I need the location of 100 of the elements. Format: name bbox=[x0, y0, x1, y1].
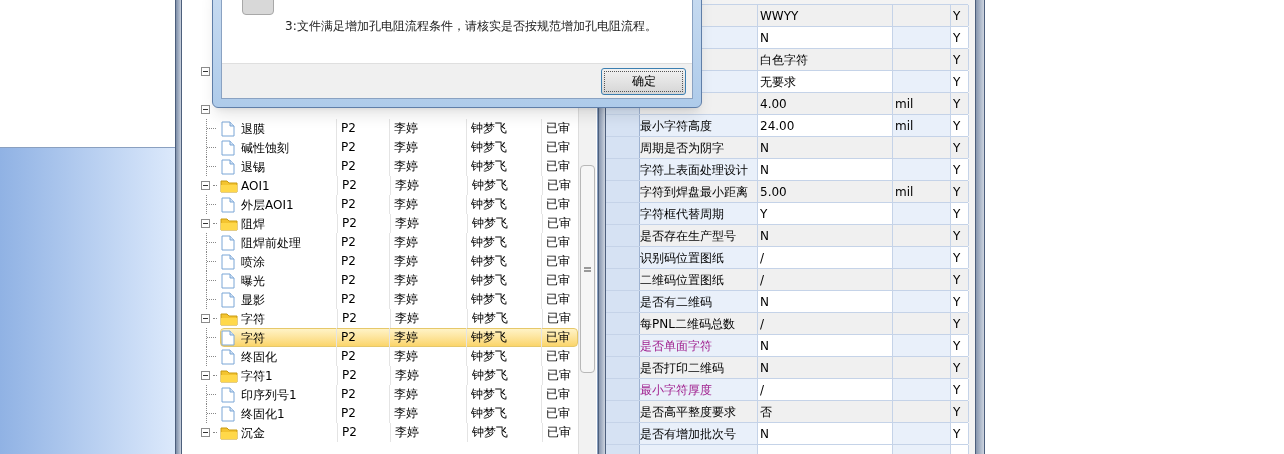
row-header[interactable] bbox=[606, 115, 640, 136]
table-cell: 否 bbox=[758, 401, 893, 422]
tree-row[interactable]: 终固化1 P2 李婷 钟梦飞 已审 bbox=[220, 404, 578, 423]
table-cell: 钟梦飞 bbox=[466, 157, 541, 176]
table-cell: 已审 bbox=[541, 290, 577, 309]
table-cell: P2 bbox=[336, 404, 389, 423]
document-icon bbox=[221, 329, 235, 346]
tree-row[interactable]: 退膜 P2 李婷 钟梦飞 已审 bbox=[220, 119, 578, 138]
tree-item[interactable]: 字符1 bbox=[241, 366, 273, 385]
tree-row[interactable]: 印序列号1 P2 李婷 钟梦飞 已审 bbox=[220, 385, 578, 404]
row-header[interactable] bbox=[606, 137, 640, 158]
row-header[interactable] bbox=[606, 335, 640, 356]
table-cell: P2 bbox=[336, 328, 389, 347]
tree-item[interactable]: 阻焊前处理 bbox=[241, 233, 301, 252]
collapse-icon[interactable] bbox=[201, 371, 210, 380]
document-icon bbox=[221, 253, 235, 270]
collapse-icon[interactable] bbox=[201, 105, 210, 114]
table-cell: 已审 bbox=[541, 328, 577, 347]
table-cell: Y bbox=[951, 181, 969, 202]
tree-row[interactable]: 显影 P2 李婷 钟梦飞 已审 bbox=[220, 290, 578, 309]
table-cell: 钟梦飞 bbox=[467, 176, 542, 195]
tree-item[interactable]: 阻焊 bbox=[241, 214, 265, 233]
document-icon bbox=[221, 348, 235, 365]
table-cell: Y bbox=[951, 203, 969, 224]
tree-row[interactable]: 退锡 P2 李婷 钟梦飞 已审 bbox=[220, 157, 578, 176]
row-header[interactable] bbox=[606, 401, 640, 422]
table-cell: 钟梦飞 bbox=[466, 252, 541, 271]
table-cell: P2 bbox=[337, 366, 390, 385]
document-icon bbox=[221, 405, 235, 422]
table-cell: 钟梦飞 bbox=[467, 423, 542, 442]
tree-row[interactable]: 终固化 P2 李婷 钟梦飞 已审 bbox=[220, 347, 578, 366]
collapse-icon[interactable] bbox=[201, 67, 210, 76]
row-header[interactable] bbox=[606, 357, 640, 378]
row-header[interactable] bbox=[606, 291, 640, 312]
property-name: 是否有二维码 bbox=[640, 291, 758, 312]
tree-item[interactable]: 喷涂 bbox=[241, 252, 265, 271]
table-cell: P2 bbox=[337, 423, 390, 442]
table-cell: Y bbox=[951, 401, 969, 422]
property-name: 是否有增加批次号 bbox=[640, 423, 758, 444]
table-cell: Y bbox=[951, 71, 969, 92]
row-header[interactable] bbox=[606, 159, 640, 180]
tree-item[interactable]: 显影 bbox=[241, 290, 265, 309]
property-name: 识别码位置图纸 bbox=[640, 247, 758, 268]
collapse-icon[interactable] bbox=[201, 181, 210, 190]
table-cell: 钟梦飞 bbox=[466, 233, 541, 252]
table-cell: N bbox=[758, 27, 893, 48]
table-cell: 李婷 bbox=[389, 252, 466, 271]
tree-row[interactable]: 碱性蚀刻 P2 李婷 钟梦飞 已审 bbox=[220, 138, 578, 157]
table-cell: mil bbox=[893, 181, 951, 202]
tree-row[interactable]: 曝光 P2 李婷 钟梦飞 已审 bbox=[220, 271, 578, 290]
table-cell: 已审 bbox=[541, 157, 577, 176]
row-header[interactable] bbox=[606, 203, 640, 224]
splitter-handle[interactable] bbox=[175, 0, 182, 454]
tree-item[interactable]: 曝光 bbox=[241, 271, 265, 290]
tree-row[interactable]: 外层AOI1 P2 李婷 钟梦飞 已审 bbox=[220, 195, 578, 214]
table-cell: Y bbox=[951, 115, 969, 136]
document-icon bbox=[221, 158, 235, 175]
tree-item[interactable]: 字符 bbox=[241, 328, 265, 347]
row-header[interactable] bbox=[606, 247, 640, 268]
document-icon bbox=[221, 234, 235, 251]
tree-item[interactable]: 外层AOI1 bbox=[241, 195, 294, 214]
tree-item[interactable]: AOI1 bbox=[241, 176, 270, 195]
property-name: 是否存在生产型号 bbox=[640, 225, 758, 246]
row-header[interactable] bbox=[606, 379, 640, 400]
splitter-handle[interactable] bbox=[975, 0, 985, 454]
tree-item[interactable]: 印序列号1 bbox=[241, 385, 297, 404]
collapse-icon[interactable] bbox=[201, 428, 210, 437]
table-cell: 李婷 bbox=[390, 366, 467, 385]
table-cell: Y bbox=[951, 93, 969, 114]
table-cell: 已审 bbox=[541, 195, 577, 214]
row-header[interactable] bbox=[606, 269, 640, 290]
row-header[interactable] bbox=[606, 225, 640, 246]
table-cell: P2 bbox=[336, 233, 389, 252]
tree-item[interactable]: 碱性蚀刻 bbox=[241, 138, 289, 157]
tree-item[interactable]: 终固化1 bbox=[241, 404, 285, 423]
tree-row[interactable]: 字符 P2 李婷 钟梦飞 已审 bbox=[220, 328, 578, 347]
row-header[interactable] bbox=[606, 181, 640, 202]
tree-item[interactable]: 退膜 bbox=[241, 119, 265, 138]
tree-item[interactable]: 字符 bbox=[241, 309, 265, 328]
row-header[interactable] bbox=[606, 423, 640, 444]
collapse-icon[interactable] bbox=[201, 219, 210, 228]
tree-row[interactable]: 喷涂 P2 李婷 钟梦飞 已审 bbox=[220, 252, 578, 271]
table-cell: Y bbox=[951, 5, 969, 26]
table-cell: 已审 bbox=[541, 119, 577, 138]
tree-row[interactable]: 阻焊前处理 P2 李婷 钟梦飞 已审 bbox=[220, 233, 578, 252]
table-cell: N bbox=[758, 423, 893, 444]
table-cell: 李婷 bbox=[389, 290, 466, 309]
table-cell: P2 bbox=[336, 252, 389, 271]
tree-item[interactable]: 沉金 bbox=[241, 423, 265, 442]
table-cell: N bbox=[758, 357, 893, 378]
ok-button[interactable]: 确定 bbox=[601, 67, 686, 95]
tree-item[interactable]: 退锡 bbox=[241, 157, 265, 176]
table-cell: P2 bbox=[336, 385, 389, 404]
table-cell: Y bbox=[951, 357, 969, 378]
tree-item[interactable]: 终固化 bbox=[241, 347, 277, 366]
scrollbar-thumb[interactable] bbox=[580, 165, 595, 373]
row-header[interactable] bbox=[606, 313, 640, 334]
collapse-icon[interactable] bbox=[201, 314, 210, 323]
table-cell: / bbox=[758, 379, 893, 400]
folder-icon bbox=[220, 311, 238, 326]
